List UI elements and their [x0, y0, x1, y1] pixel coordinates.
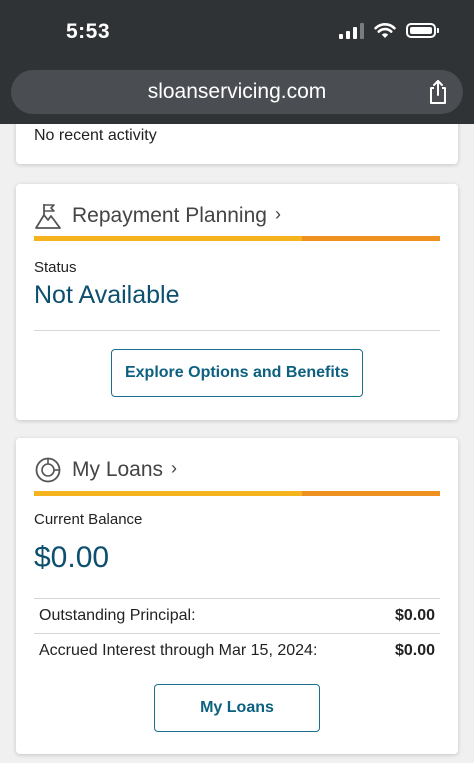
row-value: $0.00: [394, 642, 435, 659]
status-label: Status: [34, 259, 77, 276]
chevron-right-icon[interactable]: ›: [171, 458, 177, 479]
table-row: Outstanding Principal: $0.00: [34, 599, 440, 633]
share-icon[interactable]: [427, 79, 449, 105]
repayment-planning-header[interactable]: Repayment Planning ›: [34, 202, 281, 230]
browser-url-area: sloanservicing.com: [0, 62, 474, 124]
status-time: 5:53: [66, 20, 111, 43]
status-icons: [339, 22, 439, 39]
repayment-planning-card: Repayment Planning › Status Not Availabl…: [16, 184, 458, 420]
cellular-signal-icon: [339, 22, 364, 39]
accent-bar: [34, 236, 440, 241]
wifi-icon: [374, 23, 396, 38]
current-balance-label: Current Balance: [34, 511, 143, 528]
recent-activity-text: No recent activity: [34, 127, 157, 144]
url-text[interactable]: sloanservicing.com: [11, 80, 463, 104]
row-label: Outstanding Principal:: [39, 607, 196, 624]
my-loans-header[interactable]: My Loans ›: [34, 456, 177, 484]
row-label: Accrued Interest through Mar 15, 2024:: [39, 642, 318, 659]
row-value: $0.00: [394, 607, 435, 624]
my-loans-card: My Loans › Current Balance $0.00 Outstan…: [16, 438, 458, 754]
recent-activity-card: No recent activity: [16, 124, 458, 164]
divider: [34, 330, 440, 331]
address-bar[interactable]: sloanservicing.com: [11, 70, 463, 114]
pie-chart-icon: [35, 457, 61, 483]
battery-icon: [406, 23, 439, 38]
page-content: No recent activity Repayment Planning › …: [0, 124, 474, 763]
status-value: Not Available: [34, 281, 180, 309]
flag-mountain-icon: [35, 204, 61, 229]
table-row: Accrued Interest through Mar 15, 2024: $…: [34, 634, 440, 668]
my-loans-button[interactable]: My Loans: [154, 684, 320, 732]
repayment-planning-title[interactable]: Repayment Planning: [72, 204, 267, 228]
my-loans-title[interactable]: My Loans: [72, 458, 163, 482]
accent-bar: [34, 491, 440, 496]
current-balance-value: $0.00: [34, 541, 110, 574]
explore-options-button[interactable]: Explore Options and Benefits: [111, 349, 363, 397]
status-bar: 5:53: [0, 0, 474, 62]
chevron-right-icon[interactable]: ›: [275, 204, 281, 225]
